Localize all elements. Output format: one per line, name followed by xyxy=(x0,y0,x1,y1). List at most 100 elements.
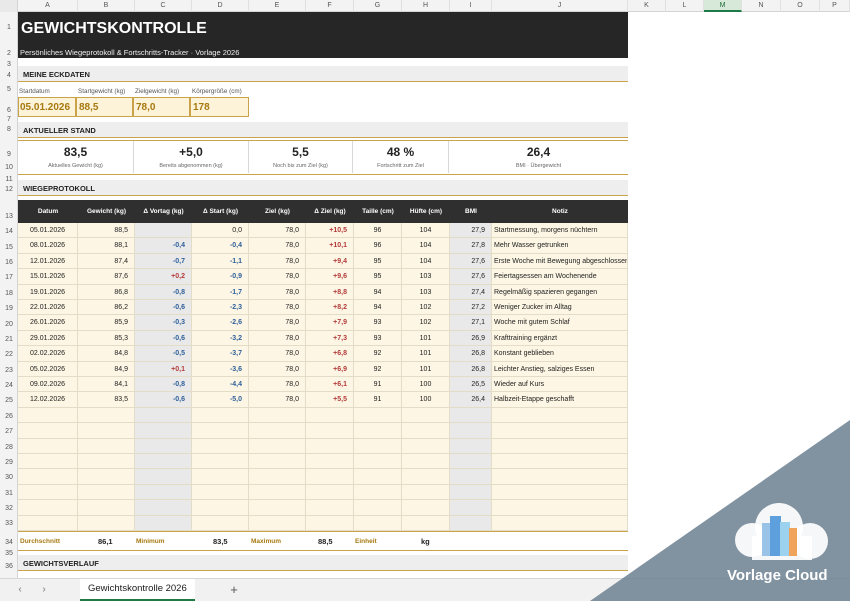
table-cell[interactable]: -3,7 xyxy=(192,346,249,362)
table-cell[interactable] xyxy=(402,484,450,501)
table-cell[interactable] xyxy=(306,500,354,516)
table-cell[interactable]: 103 xyxy=(402,269,450,285)
table-cell[interactable]: +0,1 xyxy=(135,361,192,377)
table-cell[interactable] xyxy=(18,407,78,424)
table-cell[interactable]: 95 xyxy=(354,253,402,270)
table-cell[interactable]: 26.01.2026 xyxy=(18,315,78,331)
table-cell[interactable] xyxy=(78,515,135,531)
table-cell[interactable]: 08.01.2026 xyxy=(18,238,78,254)
table-cell[interactable]: 96 xyxy=(354,223,402,239)
table-cell[interactable]: Leichter Anstieg, salziges Essen xyxy=(492,361,628,377)
table-cell[interactable]: -0,6 xyxy=(135,300,192,316)
table-cell[interactable]: -0,5 xyxy=(135,346,192,362)
table-cell[interactable] xyxy=(492,423,628,439)
table-cell[interactable] xyxy=(135,515,192,531)
table-cell[interactable]: 78,0 xyxy=(249,392,306,408)
table-cell[interactable] xyxy=(354,500,402,516)
table-cell[interactable]: 86,8 xyxy=(78,284,135,300)
table-cell[interactable]: 19.01.2026 xyxy=(18,284,78,300)
table-cell[interactable]: -0,6 xyxy=(135,392,192,408)
table-cell[interactable]: 101 xyxy=(402,361,450,377)
table-cell[interactable] xyxy=(18,500,78,516)
table-cell[interactable] xyxy=(192,438,249,454)
table-cell[interactable] xyxy=(135,500,192,516)
table-cell[interactable]: -0,9 xyxy=(192,269,249,285)
table-cell[interactable] xyxy=(306,469,354,485)
table-cell[interactable]: 78,0 xyxy=(249,346,306,362)
table-cell[interactable]: +10,1 xyxy=(306,238,354,254)
table-cell[interactable]: +9,4 xyxy=(306,253,354,270)
table-cell[interactable] xyxy=(306,438,354,454)
table-cell[interactable]: 78,0 xyxy=(249,377,306,393)
table-cell[interactable]: -0,8 xyxy=(135,377,192,393)
column-header-l[interactable]: L xyxy=(666,0,704,12)
table-cell[interactable] xyxy=(402,407,450,424)
table-cell[interactable] xyxy=(354,454,402,470)
table-cell[interactable]: 93 xyxy=(354,330,402,347)
table-cell[interactable]: -2,6 xyxy=(192,315,249,331)
row-header-1[interactable]: 1 xyxy=(0,24,17,31)
table-cell[interactable]: 15.01.2026 xyxy=(18,269,78,285)
column-header-p[interactable]: P xyxy=(820,0,850,12)
table-cell[interactable] xyxy=(354,407,402,424)
column-header-o[interactable]: O xyxy=(781,0,820,12)
table-cell[interactable]: 95 xyxy=(354,269,402,285)
table-cell[interactable]: 78,0 xyxy=(249,330,306,347)
row-header-33[interactable]: 33 xyxy=(0,520,17,527)
row-header-5[interactable]: 5 xyxy=(0,86,17,93)
table-cell[interactable]: 27,6 xyxy=(450,269,492,285)
table-cell[interactable]: 78,0 xyxy=(249,361,306,377)
row-header-31[interactable]: 31 xyxy=(0,490,17,497)
table-cell[interactable]: 27,9 xyxy=(450,223,492,239)
row-header-25[interactable]: 25 xyxy=(0,397,17,404)
table-cell[interactable] xyxy=(135,223,192,239)
table-cell[interactable]: 104 xyxy=(402,223,450,239)
table-cell[interactable] xyxy=(249,454,306,470)
table-cell[interactable] xyxy=(78,484,135,501)
table-cell[interactable] xyxy=(192,454,249,470)
row-header-9[interactable]: 9 xyxy=(0,151,17,158)
table-cell[interactable] xyxy=(450,500,492,516)
add-sheet-icon[interactable]: + xyxy=(226,582,242,598)
column-header-a[interactable]: A xyxy=(18,0,78,12)
table-cell[interactable]: 103 xyxy=(402,284,450,300)
table-cell[interactable]: 102 xyxy=(402,300,450,316)
table-cell[interactable]: 94 xyxy=(354,284,402,300)
table-cell[interactable] xyxy=(192,500,249,516)
table-cell[interactable]: 78,0 xyxy=(249,253,306,270)
table-cell[interactable] xyxy=(450,407,492,424)
table-cell[interactable]: 27,2 xyxy=(450,300,492,316)
table-cell[interactable] xyxy=(78,469,135,485)
table-cell[interactable]: 101 xyxy=(402,346,450,362)
table-cell[interactable] xyxy=(354,484,402,501)
table-cell[interactable]: -0,8 xyxy=(135,284,192,300)
table-cell[interactable] xyxy=(192,423,249,439)
table-cell[interactable]: 12.02.2026 xyxy=(18,392,78,408)
table-cell[interactable]: 87,6 xyxy=(78,269,135,285)
row-header-27[interactable]: 27 xyxy=(0,428,17,435)
table-cell[interactable] xyxy=(192,484,249,501)
row-header-10[interactable]: 10 xyxy=(0,164,17,171)
table-cell[interactable] xyxy=(249,438,306,454)
table-cell[interactable] xyxy=(249,407,306,424)
table-cell[interactable]: -1,7 xyxy=(192,284,249,300)
table-cell[interactable]: 78,0 xyxy=(249,223,306,239)
table-cell[interactable] xyxy=(18,515,78,531)
table-cell[interactable]: 88,5 xyxy=(78,223,135,239)
table-cell[interactable]: -0,7 xyxy=(135,253,192,270)
table-cell[interactable]: 88,1 xyxy=(78,238,135,254)
column-header-i[interactable]: I xyxy=(450,0,492,12)
row-header-18[interactable]: 18 xyxy=(0,290,17,297)
table-cell[interactable] xyxy=(450,484,492,501)
table-cell[interactable] xyxy=(192,515,249,531)
table-cell[interactable]: Krafttraining ergänzt xyxy=(492,330,628,347)
table-cell[interactable]: 29.01.2026 xyxy=(18,330,78,347)
row-header-26[interactable]: 26 xyxy=(0,413,17,420)
column-header-h[interactable]: H xyxy=(402,0,450,12)
table-cell[interactable]: -0,3 xyxy=(135,315,192,331)
row-header-23[interactable]: 23 xyxy=(0,367,17,374)
table-cell[interactable] xyxy=(18,469,78,485)
row-header-6[interactable]: 6 xyxy=(0,107,17,114)
table-cell[interactable]: 78,0 xyxy=(249,300,306,316)
table-cell[interactable] xyxy=(135,484,192,501)
